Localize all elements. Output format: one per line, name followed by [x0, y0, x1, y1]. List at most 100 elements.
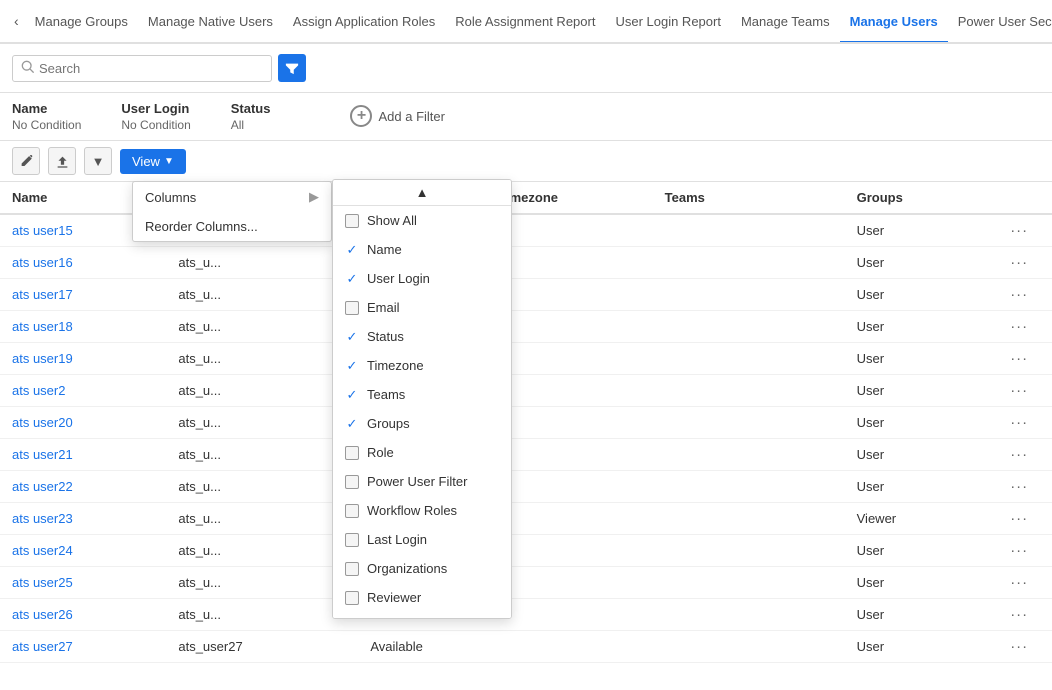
row-more-button[interactable]: ··· — [1010, 254, 1028, 271]
submenu-item-user-login[interactable]: ✓ User Login — [333, 264, 511, 293]
user-more-cell: ··· — [998, 214, 1052, 247]
nav-tab-assign-application-roles[interactable]: Assign Application Roles — [283, 2, 445, 43]
user-name-link[interactable]: ats user23 — [12, 511, 73, 526]
unchecked-box[interactable] — [345, 475, 359, 489]
nav-tab-manage-users[interactable]: Manage Users — [840, 2, 948, 43]
submenu-item-role[interactable]: Role — [333, 438, 511, 467]
user-name-link[interactable]: ats user22 — [12, 479, 73, 494]
add-filter-button[interactable]: + Add a Filter — [350, 105, 444, 127]
user-name-link[interactable]: ats user18 — [12, 319, 73, 334]
submenu-item-timezone[interactable]: ✓Timezone — [333, 351, 511, 380]
submenu-item-name[interactable]: ✓Name — [333, 235, 511, 264]
unchecked-box[interactable] — [345, 562, 359, 576]
table-row: ats user20ats_u...ailableUser··· — [0, 407, 1052, 439]
row-more-button[interactable]: ··· — [1010, 222, 1028, 239]
check-icon: ✓ — [345, 272, 359, 286]
row-more-button[interactable]: ··· — [1010, 414, 1028, 431]
row-more-button[interactable]: ··· — [1010, 510, 1028, 527]
user-login-cell: ats_user27 — [166, 631, 358, 663]
user-name-link[interactable]: ats user27 — [12, 639, 73, 654]
submenu-item-organizations[interactable]: Organizations — [333, 554, 511, 583]
nav-tab-manage-native-users[interactable]: Manage Native Users — [138, 2, 283, 43]
user-login-cell: ats_u... — [166, 535, 358, 567]
nav-tab-manage-groups[interactable]: Manage Groups — [25, 2, 138, 43]
check-icon: ✓ — [345, 388, 359, 402]
user-name-link[interactable]: ats user19 — [12, 351, 73, 366]
user-groups-cell: User — [845, 471, 999, 503]
unchecked-box[interactable] — [345, 591, 359, 605]
user-groups-cell: User — [845, 631, 999, 663]
user-name-link[interactable]: ats user16 — [12, 255, 73, 270]
user-name-link[interactable]: ats user25 — [12, 575, 73, 590]
users-table: Name User Login Status Timezone Teams Gr… — [0, 182, 1052, 663]
filter-login-label: User Login — [121, 101, 190, 116]
submenu-item-reviewer[interactable]: Reviewer — [333, 583, 511, 612]
show-all-checkbox[interactable] — [345, 214, 359, 228]
submenu-item-groups[interactable]: ✓Groups — [333, 409, 511, 438]
submenu-item-preparer[interactable]: Preparer — [333, 612, 511, 619]
reorder-columns-menu-item[interactable]: Reorder Columns... — [133, 212, 331, 241]
user-name-link[interactable]: ats user2 — [12, 383, 65, 398]
nav-tab-role-assignment-report[interactable]: Role Assignment Report — [445, 2, 605, 43]
nav-tab-user-login-report[interactable]: User Login Report — [605, 2, 731, 43]
filter-status-label: Status — [231, 101, 271, 116]
user-name-link[interactable]: ats user15 — [12, 223, 73, 238]
user-more-cell: ··· — [998, 311, 1052, 343]
submenu-item-last-login[interactable]: Last Login — [333, 525, 511, 554]
user-login-cell: ats_u... — [166, 311, 358, 343]
unchecked-box[interactable] — [345, 504, 359, 518]
user-login-cell: ats_u... — [166, 407, 358, 439]
view-dropdown-menu: Columns ▶ Reorder Columns... — [132, 181, 332, 242]
nav-tab-power-user-security[interactable]: Power User Security — [948, 2, 1052, 43]
filter-name-condition: No Condition — [12, 118, 81, 132]
submenu-item-email[interactable]: Email — [333, 293, 511, 322]
unchecked-box[interactable] — [345, 446, 359, 460]
user-more-cell: ··· — [998, 631, 1052, 663]
filter-status-col: Status All — [231, 101, 271, 132]
table-row: ats user16ats_u...ailableUser··· — [0, 247, 1052, 279]
user-name-link[interactable]: ats user21 — [12, 447, 73, 462]
columns-submenu: ▲ Show All ✓Name✓User LoginEmail✓Status✓… — [332, 179, 512, 619]
submenu-item-status[interactable]: ✓Status — [333, 322, 511, 351]
view-button[interactable]: View ▼ — [120, 149, 186, 174]
user-name-link[interactable]: ats user26 — [12, 607, 73, 622]
search-input[interactable] — [39, 61, 263, 76]
unchecked-box[interactable] — [345, 533, 359, 547]
row-more-button[interactable]: ··· — [1010, 350, 1028, 367]
columns-menu-item[interactable]: Columns ▶ — [133, 182, 331, 212]
dropdown-arrow-btn[interactable]: ▼ — [84, 147, 112, 175]
row-more-button[interactable]: ··· — [1010, 478, 1028, 495]
submenu-item-teams[interactable]: ✓Teams — [333, 380, 511, 409]
nav-tab-manage-teams[interactable]: Manage Teams — [731, 2, 840, 43]
table-row: ats user21ats_u...ailableUser··· — [0, 439, 1052, 471]
row-more-button[interactable]: ··· — [1010, 638, 1028, 655]
submenu-item-power-user-filter[interactable]: Power User Filter — [333, 467, 511, 496]
user-name-link[interactable]: ats user20 — [12, 415, 73, 430]
row-more-button[interactable]: ··· — [1010, 542, 1028, 559]
user-name-link[interactable]: ats user24 — [12, 543, 73, 558]
user-teams-cell — [653, 439, 845, 471]
upload-icon-btn[interactable] — [48, 147, 76, 175]
submenu-item-label: User Login — [367, 271, 430, 286]
filter-icon-btn[interactable] — [278, 54, 306, 82]
submenu-item-label: Email — [367, 300, 400, 315]
table-body: ats user15ats_u...ailableUser···ats user… — [0, 214, 1052, 663]
row-more-button[interactable]: ··· — [1010, 382, 1028, 399]
submenu-item-label: Reviewer — [367, 590, 421, 605]
row-more-button[interactable]: ··· — [1010, 574, 1028, 591]
user-teams-cell — [653, 343, 845, 375]
user-name-link[interactable]: ats user17 — [12, 287, 73, 302]
submenu-item-workflow-roles[interactable]: Workflow Roles — [333, 496, 511, 525]
unchecked-box[interactable] — [345, 301, 359, 315]
edit-icon-btn[interactable] — [12, 147, 40, 175]
submenu-up-arrow[interactable]: ▲ — [333, 180, 511, 206]
row-more-button[interactable]: ··· — [1010, 606, 1028, 623]
show-all-item[interactable]: Show All — [333, 206, 511, 235]
row-more-button[interactable]: ··· — [1010, 286, 1028, 303]
row-more-button[interactable]: ··· — [1010, 446, 1028, 463]
row-more-button[interactable]: ··· — [1010, 318, 1028, 335]
user-login-cell: ats_u... — [166, 343, 358, 375]
view-label: View — [132, 154, 160, 169]
table-row: ats user2ats_u...ailableUser··· — [0, 375, 1052, 407]
nav-prev-arrow[interactable]: ‹ — [8, 9, 25, 33]
